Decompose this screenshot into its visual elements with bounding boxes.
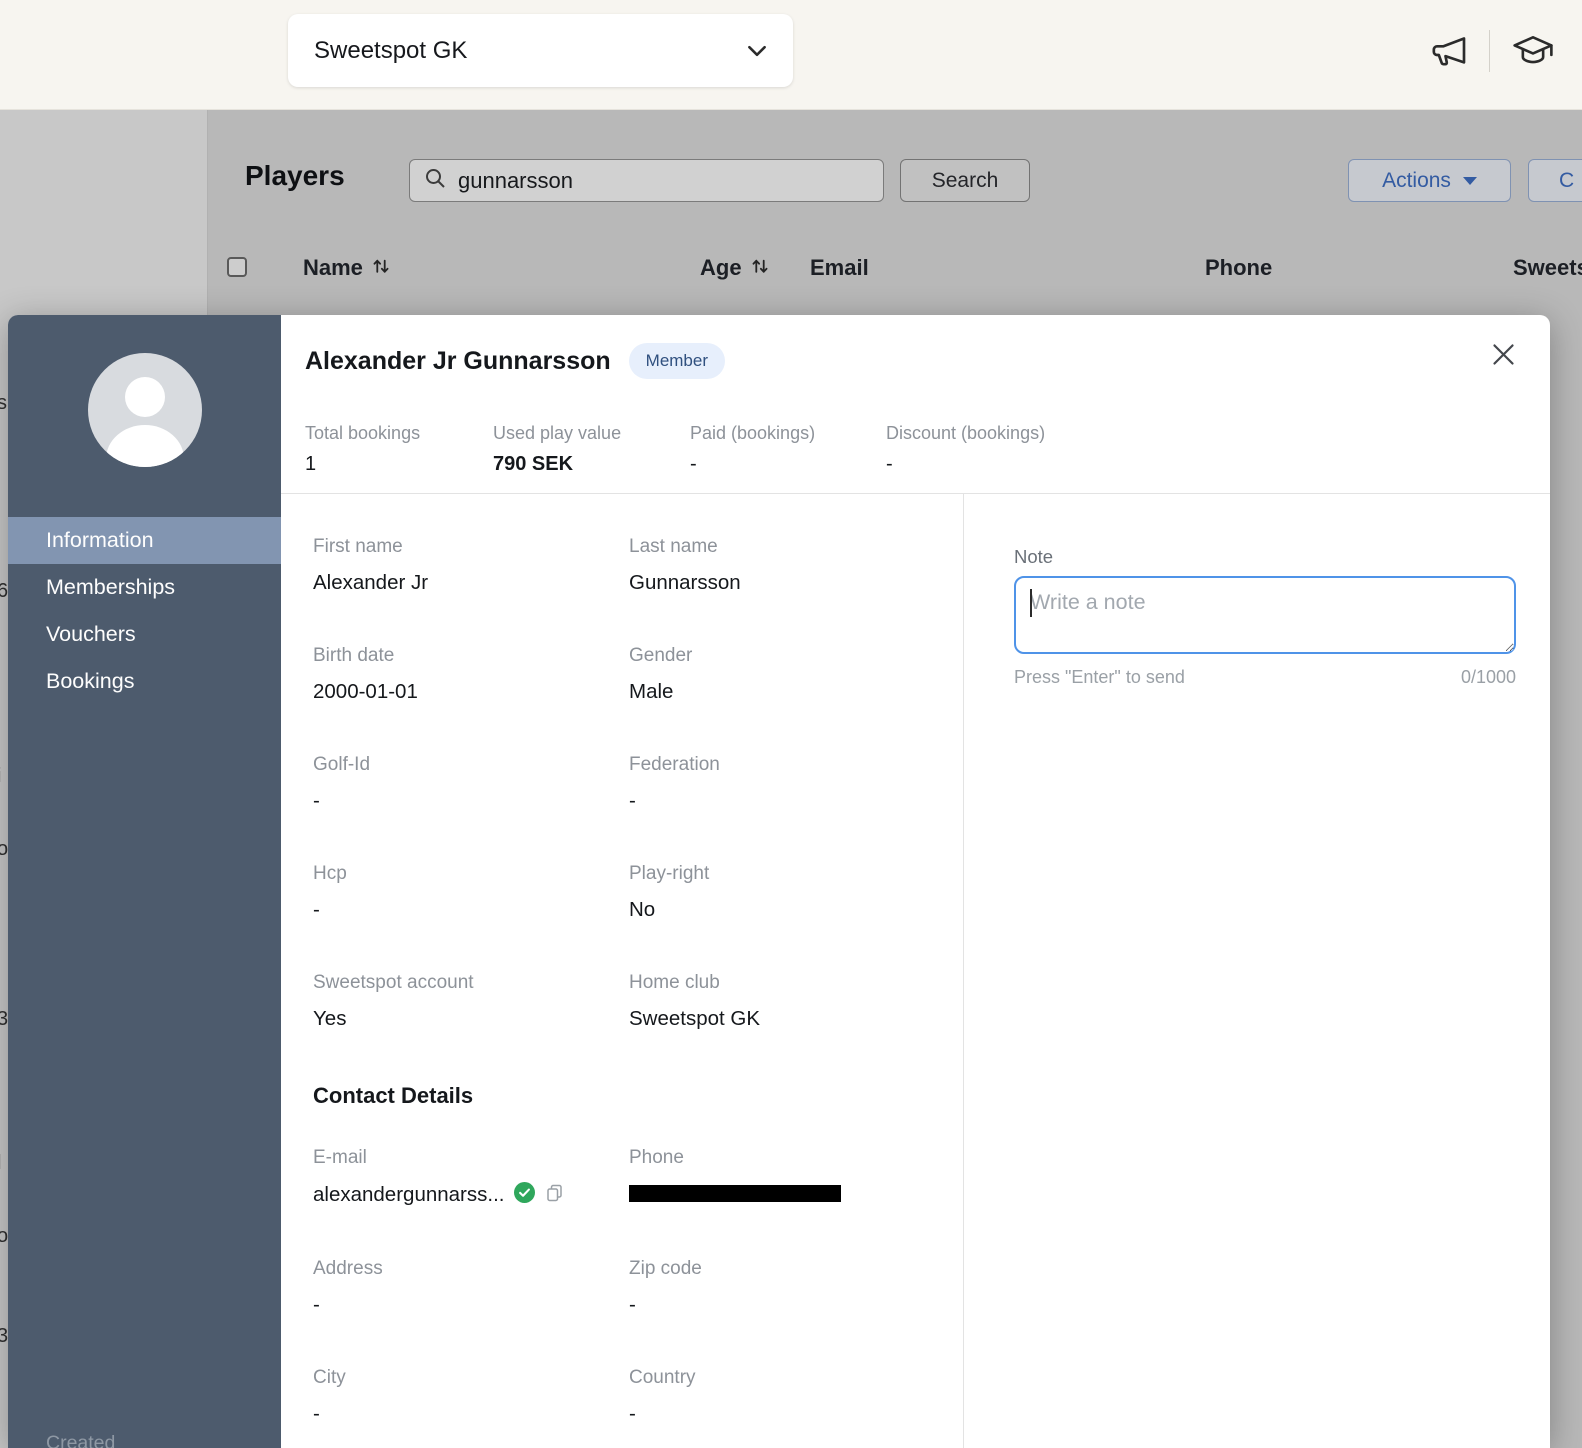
- field-value: Yes: [313, 1007, 629, 1031]
- field-label: City: [313, 1367, 629, 1389]
- field-value: -: [629, 1293, 963, 1317]
- stat-label: Total bookings: [305, 423, 493, 444]
- field-label: Play-right: [629, 863, 963, 885]
- field-label: Home club: [629, 972, 963, 994]
- field-label: Zip code: [629, 1258, 963, 1280]
- note-label: Note: [1014, 546, 1516, 568]
- chevron-down-icon: [747, 45, 767, 57]
- field-label: First name: [313, 536, 629, 558]
- verified-check-icon: [514, 1182, 535, 1208]
- email-value: alexandergunnarss...: [313, 1183, 504, 1207]
- stat-label: Paid (bookings): [690, 423, 886, 444]
- topbar-divider: [1489, 30, 1490, 72]
- field-value: Gunnarsson: [629, 571, 963, 595]
- field-golf-id: Golf-Id -: [313, 754, 629, 813]
- text-cursor: [1030, 589, 1032, 617]
- field-play-right: Play-right No: [629, 863, 963, 922]
- information-form: First name Alexander Jr Last name Gunnar…: [281, 494, 963, 1448]
- club-selector-dropdown[interactable]: Sweetspot GK: [288, 14, 793, 87]
- contact-details-heading: Contact Details: [313, 1083, 963, 1109]
- club-selector-value: Sweetspot GK: [314, 37, 467, 65]
- stat-value: -: [886, 453, 1045, 476]
- field-value: No: [629, 898, 963, 922]
- phone-redacted-value: [629, 1185, 841, 1202]
- stat-used-play-value: Used play value 790 SEK: [493, 423, 690, 476]
- field-value: -: [313, 789, 629, 813]
- field-label: Hcp: [313, 863, 629, 885]
- modal-content: Alexander Jr Gunnarsson Member Total boo…: [281, 315, 1550, 1448]
- field-value: -: [313, 1402, 629, 1426]
- sidebar-item-bookings[interactable]: Bookings: [8, 658, 281, 705]
- field-birth-date: Birth date 2000-01-01: [313, 645, 629, 704]
- field-label: Country: [629, 1367, 963, 1389]
- field-label: Last name: [629, 536, 963, 558]
- field-label: Golf-Id: [313, 754, 629, 776]
- close-icon[interactable]: [1486, 337, 1520, 371]
- sidebar-item-information[interactable]: Information: [8, 517, 281, 564]
- app-root: s 6 i o 3 l o 3 Players gunnarsson Searc…: [0, 0, 1582, 1448]
- copy-icon[interactable]: [545, 1183, 564, 1207]
- field-value: -: [313, 898, 629, 922]
- modal-sidebar-menu: Information Memberships Vouchers Booking…: [8, 517, 281, 705]
- field-city: City -: [313, 1367, 629, 1426]
- member-badge: Member: [629, 343, 725, 379]
- field-zip-code: Zip code -: [629, 1258, 963, 1317]
- stat-value: -: [690, 453, 886, 476]
- field-country: Country -: [629, 1367, 963, 1426]
- field-label: E-mail: [313, 1147, 629, 1169]
- field-label: Address: [313, 1258, 629, 1280]
- field-last-name: Last name Gunnarsson: [629, 536, 963, 595]
- modal-sidebar: Information Memberships Vouchers Booking…: [8, 315, 281, 1448]
- note-input[interactable]: [1014, 576, 1516, 654]
- field-address: Address -: [313, 1258, 629, 1317]
- field-label: Federation: [629, 754, 963, 776]
- field-label: Sweetspot account: [313, 972, 629, 994]
- field-value: -: [629, 1402, 963, 1426]
- field-home-club: Home club Sweetspot GK: [629, 972, 963, 1031]
- field-value: -: [313, 1293, 629, 1317]
- field-label: Phone: [629, 1147, 963, 1169]
- field-label: Gender: [629, 645, 963, 667]
- sidebar-footer-created: Created: [46, 1432, 115, 1448]
- field-value: -: [629, 789, 963, 813]
- field-value: Alexander Jr: [313, 571, 629, 595]
- field-value: 2000-01-01: [313, 680, 629, 704]
- stat-value: 1: [305, 453, 493, 476]
- sidebar-item-vouchers[interactable]: Vouchers: [8, 611, 281, 658]
- field-value: Male: [629, 680, 963, 704]
- stat-label: Used play value: [493, 423, 690, 444]
- field-phone: Phone: [629, 1147, 963, 1208]
- field-gender: Gender Male: [629, 645, 963, 704]
- graduation-cap-icon[interactable]: [1510, 30, 1556, 72]
- megaphone-icon[interactable]: [1429, 31, 1469, 71]
- sidebar-item-memberships[interactable]: Memberships: [8, 564, 281, 611]
- field-sweetspot-account: Sweetspot account Yes: [313, 972, 629, 1031]
- stat-value: 790 SEK: [493, 453, 690, 476]
- note-char-counter: 0/1000: [1461, 667, 1516, 688]
- field-email: E-mail alexandergunnarss...: [313, 1147, 629, 1208]
- field-label: Birth date: [313, 645, 629, 667]
- note-panel: Note Press "Enter" to send 0/1000: [963, 494, 1550, 1448]
- stat-label: Discount (bookings): [886, 423, 1045, 444]
- stat-discount-bookings: Discount (bookings) -: [886, 423, 1045, 476]
- avatar: [88, 353, 202, 467]
- field-federation: Federation -: [629, 754, 963, 813]
- stat-paid-bookings: Paid (bookings) -: [690, 423, 886, 476]
- stat-total-bookings: Total bookings 1: [305, 423, 493, 476]
- player-detail-modal: Information Memberships Vouchers Booking…: [8, 315, 1550, 1448]
- player-name: Alexander Jr Gunnarsson: [305, 347, 611, 376]
- note-hint: Press "Enter" to send: [1014, 667, 1185, 688]
- topbar: Sweetspot GK: [0, 0, 1582, 110]
- player-stats: Total bookings 1 Used play value 790 SEK…: [281, 423, 1550, 476]
- field-value: Sweetspot GK: [629, 1007, 963, 1031]
- field-hcp: Hcp -: [313, 863, 629, 922]
- field-first-name: First name Alexander Jr: [313, 536, 629, 595]
